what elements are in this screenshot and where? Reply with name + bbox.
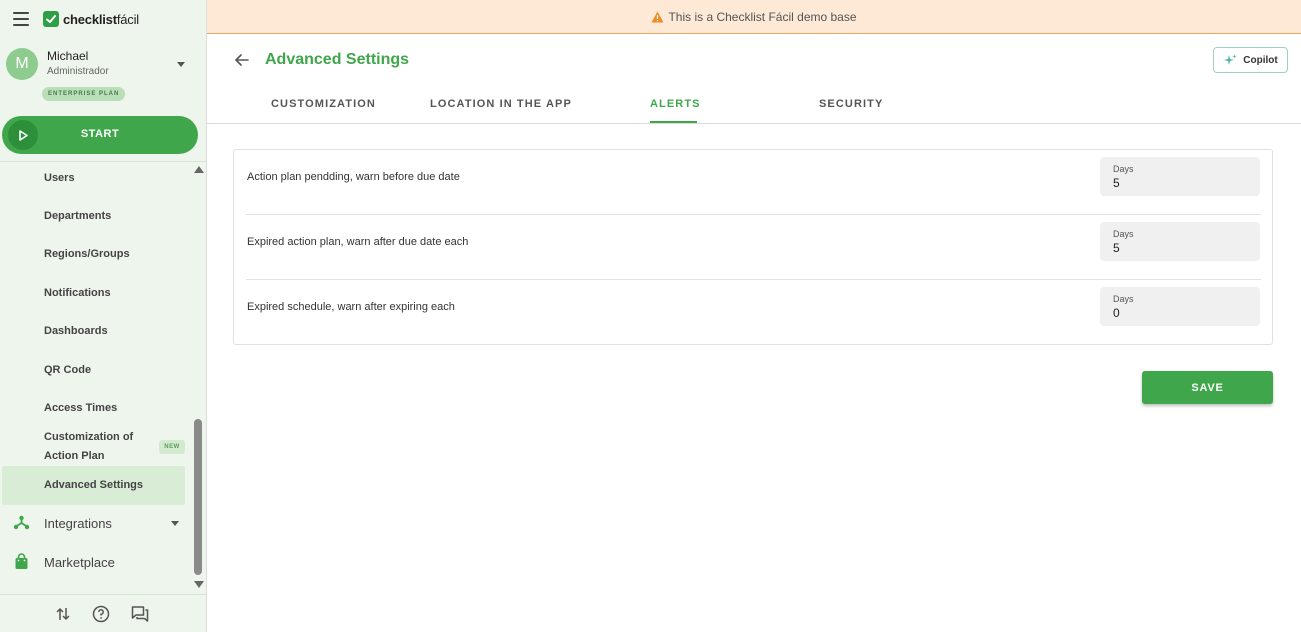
chat-icon[interactable] (131, 605, 149, 623)
active-tab-indicator (650, 121, 697, 123)
alert-label: Expired action plan, warn after due date… (247, 236, 469, 248)
warning-icon (651, 11, 664, 22)
field-label: Days (1113, 164, 1134, 174)
avatar: M (6, 48, 38, 80)
new-badge: NEW (159, 440, 185, 454)
tab-bar: CUSTOMIZATION LOCATION IN THE APP ALERTS… (207, 94, 1301, 124)
integrations-icon (13, 515, 30, 530)
sidebar-item-departments[interactable]: Departments (44, 210, 111, 222)
alert-label: Expired schedule, warn after expiring ea… (247, 301, 455, 313)
alerts-card: Action plan pendding, warn before due da… (233, 149, 1273, 345)
sidebar-item-marketplace[interactable]: Marketplace (0, 549, 190, 575)
help-icon[interactable] (92, 605, 110, 623)
marketplace-label: Marketplace (44, 555, 115, 570)
page-title: Advanced Settings (265, 51, 410, 68)
sidebar-item-access-times[interactable]: Access Times (44, 402, 117, 414)
days-input[interactable]: Days 5 (1100, 157, 1260, 196)
shopping-bag-icon (15, 553, 28, 569)
page-header: Advanced Settings Copilot CUSTOMIZATION … (207, 34, 1301, 124)
integrations-label: Integrations (44, 516, 112, 531)
field-value: 5 (1113, 241, 1120, 255)
chevron-down-icon[interactable] (177, 62, 185, 67)
sidebar: checklistfácil M Michael Administrador E… (0, 0, 207, 632)
sidebar-item-dashboards[interactable]: Dashboards (44, 325, 108, 337)
app-logo[interactable]: checklistfácil (43, 11, 139, 27)
sidebar-nav: Users Departments Regions/Groups Notific… (0, 162, 190, 592)
user-profile[interactable]: M Michael Administrador ENTERPRISE PLAN (0, 44, 206, 104)
logo-text: checklistfácil (63, 11, 139, 27)
field-label: Days (1113, 294, 1134, 304)
tab-location-in-the-app[interactable]: LOCATION IN THE APP (430, 98, 572, 110)
checkmark-logo-icon (43, 11, 59, 27)
back-arrow-icon[interactable] (233, 51, 251, 69)
tab-security[interactable]: SECURITY (819, 98, 883, 110)
scroll-up-arrow-icon[interactable] (194, 166, 204, 173)
scroll-thumb[interactable] (194, 419, 202, 575)
demo-banner: This is a Checklist Fácil demo base (207, 0, 1301, 34)
menu-icon[interactable] (13, 12, 29, 26)
field-value: 0 (1113, 306, 1120, 320)
tab-customization[interactable]: CUSTOMIZATION (271, 98, 376, 110)
sidebar-item-label-line1: Customization of (44, 431, 134, 443)
sidebar-item-label-line2: Action Plan (44, 450, 105, 462)
alert-row: Action plan pendding, warn before due da… (234, 150, 1272, 215)
sidebar-scrollbar[interactable] (192, 162, 205, 592)
sidebar-item-advanced-settings[interactable]: Advanced Settings (44, 479, 143, 491)
sidebar-item-regions-groups[interactable]: Regions/Groups (44, 248, 130, 260)
banner-text: This is a Checklist Fácil demo base (668, 9, 857, 24)
days-input[interactable]: Days 0 (1100, 287, 1260, 326)
copilot-button[interactable]: Copilot (1213, 47, 1288, 73)
sidebar-footer (0, 594, 206, 632)
sidebar-header: checklistfácil (0, 0, 206, 38)
sidebar-item-integrations[interactable]: Integrations (0, 510, 190, 536)
alert-row: Expired schedule, warn after expiring ea… (234, 280, 1272, 345)
save-button[interactable]: SAVE (1142, 371, 1273, 404)
tab-alerts[interactable]: ALERTS (650, 98, 701, 110)
sidebar-item-users[interactable]: Users (44, 172, 75, 184)
field-value: 5 (1113, 176, 1120, 190)
sidebar-item-customization-action-plan[interactable]: Customization of Action Plan (44, 428, 133, 466)
start-button[interactable]: START (2, 116, 198, 154)
alert-label: Action plan pendding, warn before due da… (247, 171, 460, 183)
start-label: START (80, 128, 120, 140)
user-name: Michael (47, 49, 89, 63)
sidebar-item-notifications[interactable]: Notifications (44, 287, 111, 299)
sidebar-item-qr-code[interactable]: QR Code (44, 364, 91, 376)
sparkle-icon (1224, 54, 1237, 65)
days-input[interactable]: Days 5 (1100, 222, 1260, 261)
alert-row: Expired action plan, warn after due date… (234, 215, 1272, 280)
user-role: Administrador (47, 66, 109, 77)
field-label: Days (1113, 229, 1134, 239)
scroll-down-arrow-icon[interactable] (194, 581, 204, 588)
chevron-down-icon (171, 521, 179, 526)
copilot-label: Copilot (1243, 54, 1278, 66)
plan-badge: ENTERPRISE PLAN (42, 87, 126, 101)
swap-arrows-icon[interactable] (54, 605, 72, 623)
